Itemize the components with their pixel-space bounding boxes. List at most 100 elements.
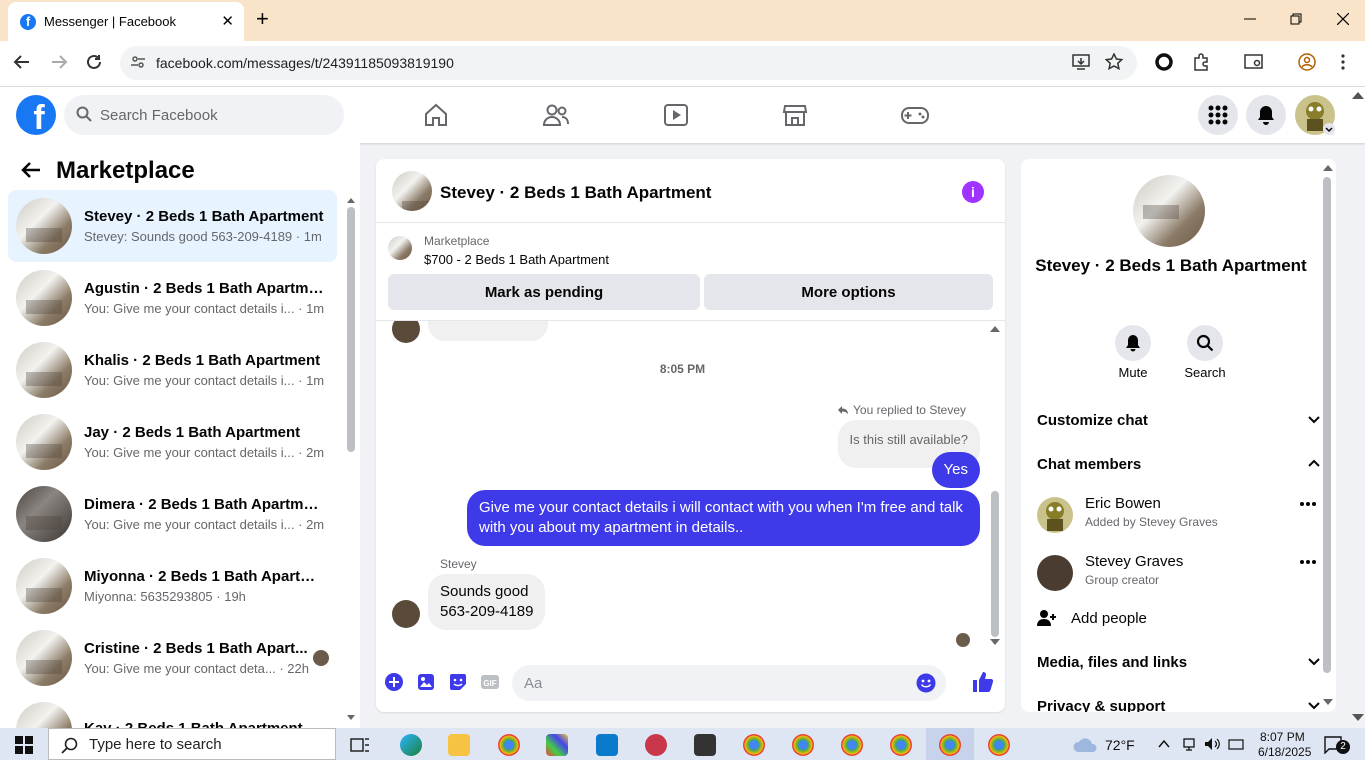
install-app-icon[interactable] xyxy=(1072,53,1090,71)
scroll-up-icon[interactable] xyxy=(990,325,1000,332)
video-icon[interactable] xyxy=(662,101,690,129)
mark-as-pending-button[interactable]: Mark as pending xyxy=(388,274,700,310)
chrome-icon[interactable] xyxy=(841,734,863,756)
member-row[interactable]: Eric Bowen Added by Stevey Graves xyxy=(1037,493,1317,539)
clock-time[interactable]: 8:07 PM xyxy=(1260,730,1305,744)
conversation-item[interactable]: Kay · 2 Beds 1 Bath Apartment xyxy=(8,694,337,728)
conversation-item[interactable]: Miyonna · 2 Beds 1 Bath Apartm... Miyonna… xyxy=(8,550,337,622)
reload-icon[interactable] xyxy=(85,53,103,71)
attach-photo-icon[interactable] xyxy=(415,671,437,693)
message-bubble-yes[interactable]: Yes xyxy=(931,452,980,488)
group-avatar[interactable] xyxy=(1133,175,1205,247)
app-icon[interactable] xyxy=(694,734,716,756)
message-bubble-contact[interactable]: Give me your contact details i will cont… xyxy=(467,490,980,546)
conversation-item[interactable]: Dimera · 2 Beds 1 Bath Apartment You: Giv… xyxy=(8,478,337,550)
conversation-item[interactable]: Khalis · 2 Beds 1 Bath Apartment You: Giv… xyxy=(8,334,337,406)
app-icon[interactable] xyxy=(546,734,568,756)
chrome-icon[interactable] xyxy=(498,734,520,756)
marketplace-icon[interactable] xyxy=(781,101,809,129)
emoji-icon[interactable] xyxy=(916,673,936,693)
info-scrollbar[interactable] xyxy=(1323,177,1331,673)
media-files-section[interactable]: Media, files and links xyxy=(1037,654,1321,671)
extension-circle-icon[interactable] xyxy=(1155,53,1173,71)
scroll-down-icon[interactable] xyxy=(347,715,355,721)
conversation-item[interactable]: Agustin · 2 Beds 1 Bath Apartment You: Gi… xyxy=(8,262,337,334)
new-tab-button[interactable]: + xyxy=(256,8,269,30)
scroll-down-icon[interactable] xyxy=(990,639,1000,646)
info-icon[interactable]: i xyxy=(962,181,984,203)
file-explorer-icon[interactable] xyxy=(448,734,470,756)
home-icon[interactable] xyxy=(422,101,450,129)
weather-temp[interactable]: 72°F xyxy=(1105,737,1135,753)
page-scroll-up-icon[interactable] xyxy=(1352,91,1364,99)
keyboard-icon[interactable] xyxy=(1228,737,1244,751)
facebook-search-input[interactable]: Search Facebook xyxy=(64,95,344,135)
mute-button[interactable] xyxy=(1115,325,1151,361)
app-icon[interactable] xyxy=(645,734,667,756)
close-tab-icon[interactable]: ✕ xyxy=(221,12,234,30)
browser-menu-icon[interactable] xyxy=(1340,53,1346,71)
site-settings-icon[interactable] xyxy=(130,54,146,70)
chevron-down-icon[interactable] xyxy=(1323,123,1335,135)
gaming-icon[interactable] xyxy=(901,101,929,129)
close-window-icon[interactable] xyxy=(1337,13,1349,25)
minimize-icon[interactable] xyxy=(1244,13,1256,25)
vscode-icon[interactable] xyxy=(596,734,618,756)
customize-chat-section[interactable]: Customize chat xyxy=(1037,412,1321,429)
chrome-icon[interactable] xyxy=(792,734,814,756)
facebook-logo-icon[interactable]: f xyxy=(16,95,56,135)
clock-date[interactable]: 6/18/2025 xyxy=(1258,745,1311,759)
chrome-icon[interactable] xyxy=(743,734,765,756)
conversation-item[interactable]: Cristine · 2 Beds 1 Bath Apart... You: Gi… xyxy=(8,622,337,694)
restore-icon[interactable] xyxy=(1290,13,1302,25)
bookmark-star-icon[interactable] xyxy=(1105,53,1123,71)
friends-icon[interactable] xyxy=(542,101,570,129)
message-bubble-reply[interactable]: Sounds good 563-209-4189 xyxy=(428,574,546,630)
gif-icon[interactable]: GIF xyxy=(479,671,501,693)
menu-grid-icon[interactable] xyxy=(1198,95,1238,135)
conversation-item[interactable]: Stevey · 2 Beds 1 Bath Apartment Stevey: … xyxy=(8,190,337,262)
back-icon[interactable] xyxy=(13,53,31,71)
member-row[interactable]: Stevey Graves Group creator xyxy=(1037,551,1317,597)
network-icon[interactable] xyxy=(1182,737,1196,751)
listing-price[interactable]: $700 - 2 Beds 1 Bath Apartment xyxy=(424,252,609,267)
chat-members-section[interactable]: Chat members xyxy=(1037,456,1321,473)
extensions-puzzle-icon[interactable] xyxy=(1192,53,1210,71)
forward-icon[interactable] xyxy=(50,53,68,71)
message-input[interactable]: Aa xyxy=(512,665,946,701)
taskbar-search-input[interactable]: Type here to search xyxy=(48,728,336,760)
address-bar[interactable]: facebook.com/messages/t/2439118509381919… xyxy=(120,46,1137,80)
page-scroll-down-icon[interactable] xyxy=(1352,714,1364,722)
tab-search-icon[interactable] xyxy=(1244,53,1264,71)
chat-title[interactable]: Stevey · 2 Beds 1 Bath Apartment xyxy=(440,183,711,203)
sidebar-scrollbar[interactable] xyxy=(347,207,355,452)
edge-icon[interactable] xyxy=(400,734,422,756)
scroll-up-icon[interactable] xyxy=(347,197,355,203)
scroll-down-icon[interactable] xyxy=(1323,699,1333,706)
windows-start-icon[interactable] xyxy=(15,736,33,754)
volume-icon[interactable] xyxy=(1204,737,1220,751)
back-arrow-icon[interactable] xyxy=(20,159,42,181)
privacy-support-section[interactable]: Privacy & support xyxy=(1037,698,1321,712)
profile-icon[interactable] xyxy=(1298,53,1316,71)
task-view-icon[interactable] xyxy=(350,736,370,754)
conversation-item[interactable]: Jay · 2 Beds 1 Bath Apartment You: Give m… xyxy=(8,406,337,478)
scroll-up-icon[interactable] xyxy=(1323,164,1333,171)
search-conversation-button[interactable] xyxy=(1187,325,1223,361)
chrome-icon[interactable] xyxy=(988,734,1010,756)
more-options-button[interactable]: More options xyxy=(704,274,993,310)
sender-avatar[interactable] xyxy=(392,600,420,628)
sticker-icon[interactable] xyxy=(447,671,469,693)
chat-avatar[interactable] xyxy=(392,171,432,211)
chrome-icon[interactable] xyxy=(939,734,961,756)
more-options-icon[interactable] xyxy=(1299,501,1317,507)
listing-thumbnail[interactable] xyxy=(388,236,412,260)
chevron-up-icon[interactable] xyxy=(1158,739,1170,749)
more-actions-plus-icon[interactable] xyxy=(383,671,405,693)
chrome-icon[interactable] xyxy=(890,734,912,756)
thumbs-up-icon[interactable] xyxy=(970,669,996,695)
notifications-bell-icon[interactable] xyxy=(1246,95,1286,135)
add-people-button[interactable]: Add people xyxy=(1037,609,1147,627)
browser-tab[interactable]: f Messenger | Facebook ✕ xyxy=(8,2,244,41)
weather-cloud-icon[interactable] xyxy=(1072,737,1100,753)
